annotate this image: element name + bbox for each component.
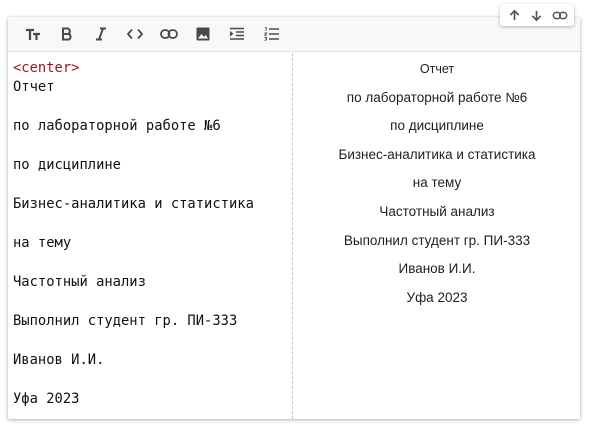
code-button[interactable] (118, 19, 152, 49)
link-button[interactable] (152, 19, 186, 49)
source-line: на тему (13, 235, 72, 251)
link-icon (552, 11, 568, 19)
arrow-down-icon (532, 10, 542, 21)
source-line: Отчет (13, 79, 55, 95)
italic-button[interactable] (84, 19, 118, 49)
center-tag: <center> (13, 60, 80, 76)
numbered-list-icon (263, 27, 279, 41)
italic-icon (96, 27, 106, 41)
arrow-up-icon (509, 9, 520, 20)
move-up-button[interactable] (504, 5, 524, 25)
source-line: Уфа 2023 (13, 391, 80, 407)
preview-line: Иванов И.И. (398, 261, 476, 277)
markdown-editor: <center> Отчет по лабораторной работе №6… (8, 17, 580, 419)
preview-line: Уфа 2023 (406, 289, 468, 305)
floating-toolbar (500, 4, 574, 26)
preview-line: Бизнес-аналитика и статистика (338, 146, 536, 162)
source-line: по дисциплине (13, 157, 121, 173)
move-down-button[interactable] (527, 5, 547, 25)
source-line: Иванов И.И. (13, 352, 105, 368)
preview-line: Отчет (419, 62, 455, 76)
source-line: Бизнес-аналитика и статистика (13, 196, 254, 212)
preview-line: на тему (412, 175, 462, 191)
source-pane[interactable]: <center> Отчет по лабораторной работе №6… (8, 53, 293, 419)
preview-pane: Отчет по лабораторной работе №6 по дисци… (294, 53, 580, 419)
preview-line: Частотный анализ (379, 203, 495, 219)
copy-link-button[interactable] (550, 5, 570, 25)
preview-line: по лабораторной работе №6 (346, 89, 528, 105)
bold-button[interactable] (50, 19, 84, 49)
source-line: по лабораторной работе №6 (13, 118, 221, 134)
code-icon (127, 28, 143, 40)
source-line: Выполнил студент гр. ПИ-333 (13, 313, 238, 329)
preview-line: по дисциплине (390, 118, 484, 134)
source-line: Частотный анализ (13, 274, 146, 290)
editor-toolbar (8, 17, 580, 52)
preview-line: Выполнил студент гр. ПИ-333 (343, 232, 531, 248)
numbered-list-button[interactable] (254, 19, 288, 49)
image-icon (196, 27, 210, 41)
indent-icon (230, 27, 244, 40)
text-size-button[interactable] (16, 19, 50, 49)
link-icon (160, 29, 178, 39)
indent-button[interactable] (220, 19, 254, 49)
bold-icon (62, 27, 72, 41)
image-button[interactable] (186, 19, 220, 49)
text-size-icon (26, 28, 40, 40)
